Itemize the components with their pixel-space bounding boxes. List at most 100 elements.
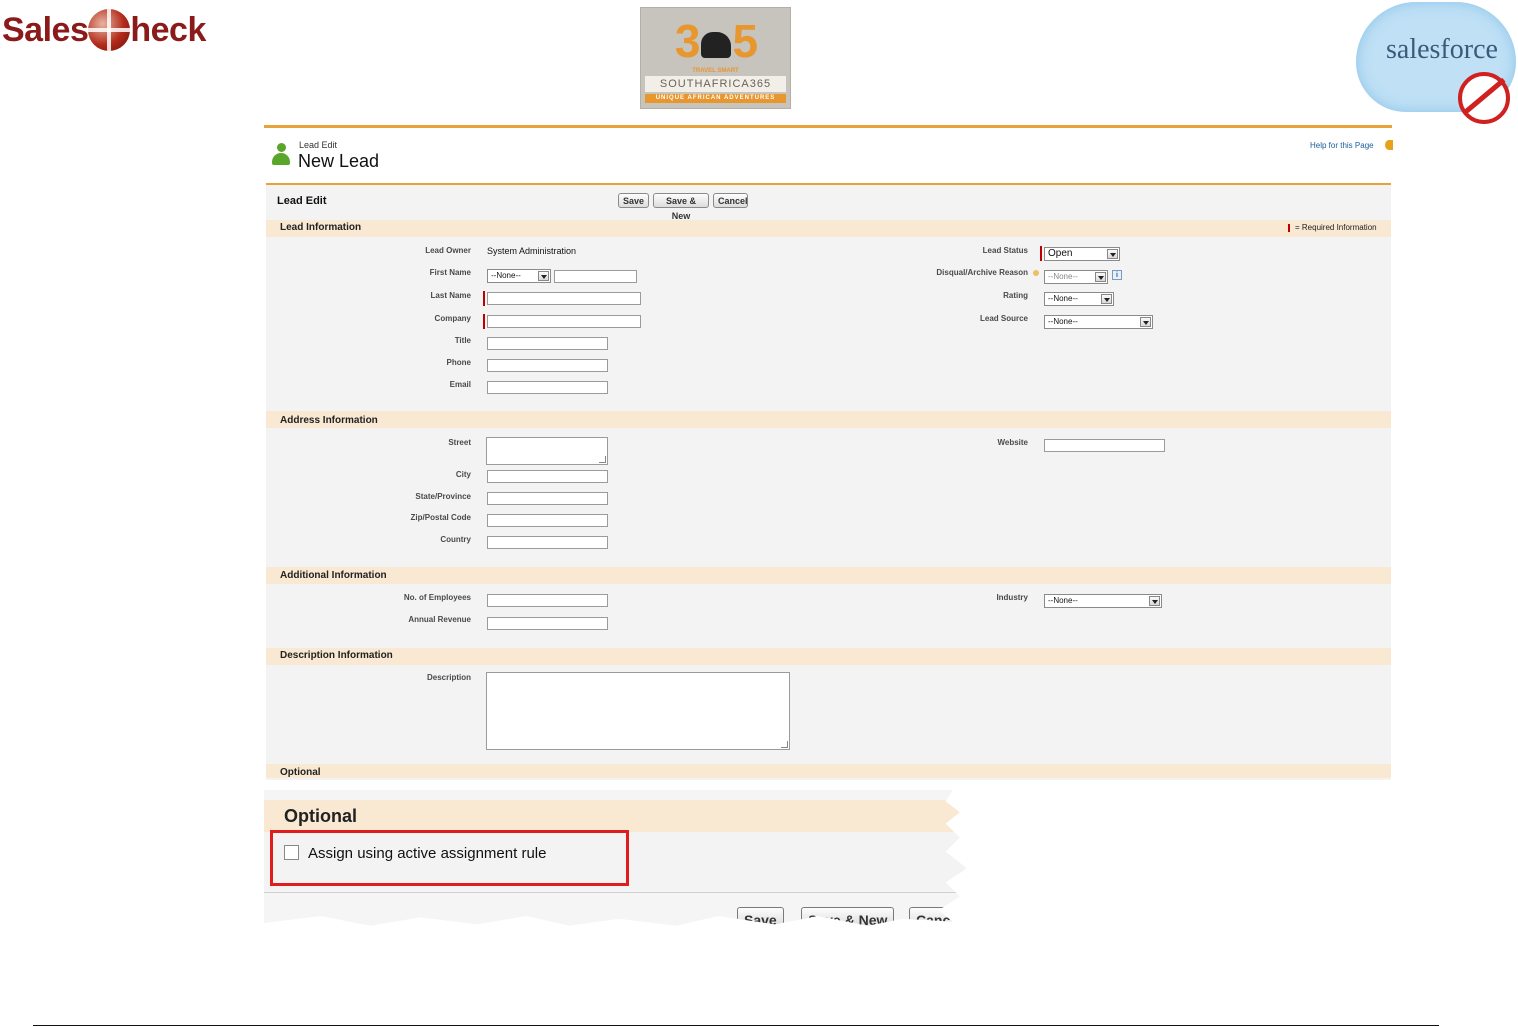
save-button[interactable]: Save [618, 193, 649, 208]
zip-input[interactable] [487, 514, 608, 527]
description-label: Description [426, 673, 471, 682]
rating-select[interactable]: --None-- [1044, 292, 1114, 306]
required-marker [1040, 246, 1042, 261]
industry-select[interactable]: --None-- [1044, 594, 1162, 608]
employees-label: No. of Employees [403, 593, 471, 602]
help-link[interactable]: Help for this Page [1310, 141, 1374, 150]
city-label: City [455, 470, 471, 479]
chevron-down-icon [1095, 272, 1106, 282]
employees-input[interactable] [487, 594, 608, 607]
chevron-down-icon [1149, 596, 1160, 606]
email-input[interactable] [487, 381, 608, 394]
lead-icon [270, 143, 292, 167]
lead-status-select[interactable]: Open [1044, 247, 1120, 261]
breadcrumb: Lead Edit [299, 140, 338, 150]
lead-source-value: --None-- [1048, 317, 1078, 326]
info-icon[interactable]: i [1112, 270, 1122, 280]
header-divider [264, 125, 1392, 128]
sa365-number: 35 [641, 14, 790, 68]
sa365-brand: SOUTHAFRICA365 [645, 76, 786, 92]
elephant-icon [700, 31, 731, 58]
resize-handle-icon[interactable] [781, 741, 788, 748]
callout-cancel-button[interactable]: Canc [909, 907, 958, 926]
lead-owner-value: System Administration [487, 246, 577, 256]
required-marker [483, 314, 485, 329]
section-bar-additional-information [266, 567, 1391, 584]
salesforce-no-software-logo: salesforce [1356, 2, 1516, 124]
last-name-label: Last Name [430, 291, 471, 300]
salesforce-wordmark: salesforce [1386, 34, 1498, 65]
city-input[interactable] [487, 470, 608, 483]
section-title-lead-information: Lead Information [280, 222, 362, 233]
description-textarea[interactable] [486, 672, 790, 750]
lead-owner-label: Lead Owner [425, 246, 471, 255]
company-input[interactable] [487, 315, 641, 328]
lead-source-select[interactable]: --None-- [1044, 315, 1153, 329]
disqual-reason-value: --None-- [1048, 272, 1078, 281]
section-bar-optional [266, 764, 1391, 778]
cancel-button[interactable]: Cancel [713, 193, 748, 208]
callout-divider [264, 892, 964, 893]
lead-status-label: Lead Status [982, 246, 1028, 255]
rating-label: Rating [1003, 291, 1028, 300]
industry-value: --None-- [1048, 596, 1078, 605]
salutation-select[interactable]: --None-- [487, 269, 551, 283]
salescheck-logo: Sales heck [2, 6, 206, 54]
disqual-reason-label: Disqual/Archive Reason [936, 268, 1028, 277]
footer-divider [33, 1025, 1439, 1026]
zoomed-optional-callout: Optional Assign using active assignment … [264, 790, 999, 940]
required-legend: = Required Information [1288, 223, 1377, 232]
block-title: Lead Edit [277, 195, 327, 207]
salutation-value: --None-- [491, 271, 521, 280]
title-label: Title [454, 336, 471, 345]
website-input[interactable] [1044, 439, 1165, 452]
sa365-num-left: 3 [674, 15, 701, 67]
chevron-down-icon [1140, 317, 1151, 327]
first-name-label: First Name [429, 268, 471, 277]
phone-label: Phone [446, 358, 471, 367]
country-input[interactable] [487, 536, 608, 549]
callout-save-button[interactable]: Save [737, 907, 784, 926]
first-name-input[interactable] [554, 270, 637, 283]
disqual-reason-select[interactable]: --None-- [1044, 270, 1108, 284]
website-label: Website [997, 438, 1028, 447]
callout-section-bar [264, 800, 964, 832]
section-bar-lead-information [266, 220, 1391, 237]
state-input[interactable] [487, 492, 608, 505]
section-title-optional: Optional [280, 767, 321, 778]
chevron-down-icon [1101, 294, 1112, 304]
required-marker-icon [1288, 223, 1290, 232]
last-name-input[interactable] [487, 292, 641, 305]
company-label: Company [434, 314, 471, 323]
annual-revenue-input[interactable] [487, 617, 608, 630]
rating-value: --None-- [1048, 294, 1078, 303]
street-textarea[interactable] [486, 437, 608, 465]
country-label: Country [440, 535, 471, 544]
required-legend-text: = Required Information [1295, 223, 1377, 232]
salescheck-logo-left: Sales [2, 10, 89, 49]
southafrica365-logo: 35 TRAVEL SMART SOUTHAFRICA365 UNIQUE AF… [640, 7, 791, 109]
state-label: State/Province [415, 492, 471, 501]
callout-background: Optional Assign using active assignment … [264, 790, 967, 926]
save-and-new-button[interactable]: Save & New [653, 193, 709, 221]
chevron-down-icon [538, 271, 549, 281]
section-title-additional-information: Additional Information [280, 570, 387, 581]
salescheck-logo-right: heck [130, 10, 206, 49]
page-title: New Lead [298, 151, 380, 171]
callout-section-title: Optional [284, 806, 357, 826]
section-bar-address-information [266, 411, 1391, 428]
callout-save-and-new-button[interactable]: Save & New [801, 907, 895, 926]
highlight-box [270, 830, 629, 886]
sa365-num-right: 5 [732, 15, 759, 67]
street-label: Street [448, 438, 471, 447]
annual-revenue-label: Annual Revenue [408, 615, 471, 624]
help-icon[interactable] [1385, 140, 1393, 150]
section-bar-description-information [266, 648, 1391, 665]
phone-input[interactable] [487, 359, 608, 372]
title-input[interactable] [487, 337, 608, 350]
section-title-description-information: Description Information [280, 650, 393, 661]
resize-handle-icon[interactable] [599, 456, 606, 463]
no-software-icon [1458, 72, 1510, 124]
sa365-tag: TRAVEL SMART [692, 68, 739, 74]
section-title-address-information: Address Information [280, 415, 378, 426]
